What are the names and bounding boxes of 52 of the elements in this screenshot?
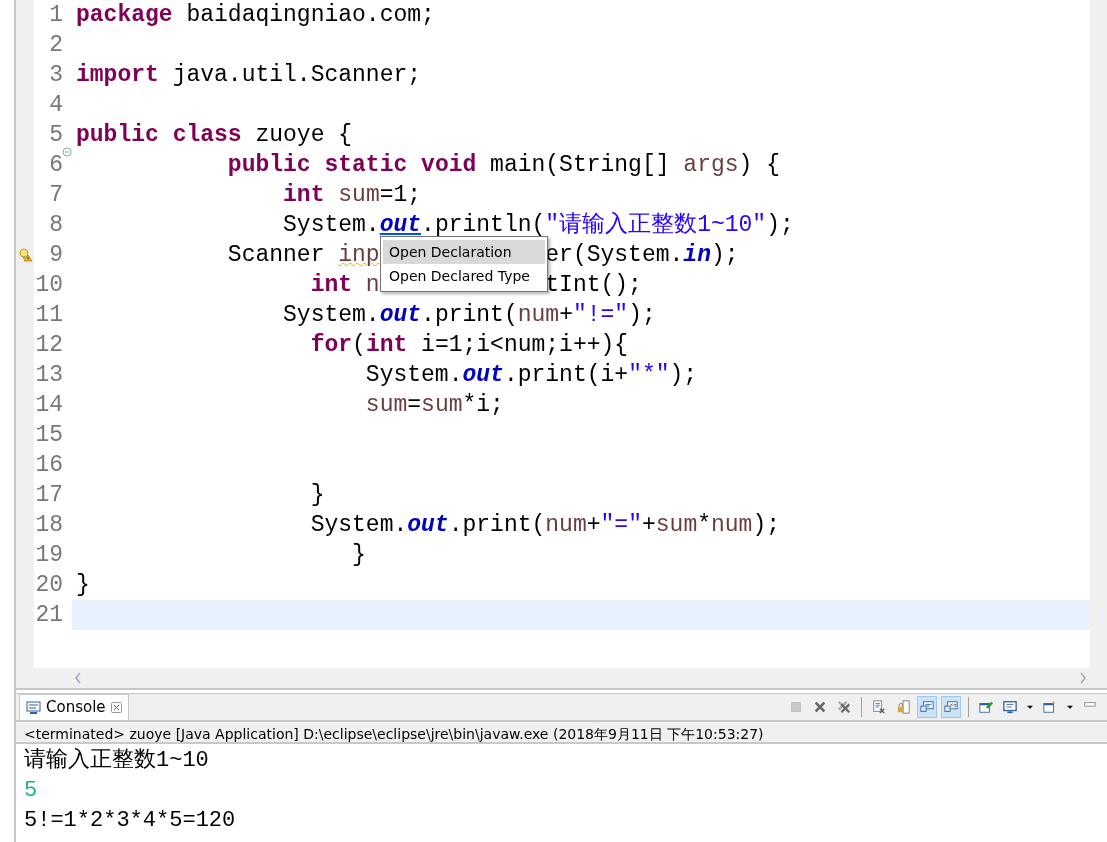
warning-bulb-icon[interactable] [19, 248, 33, 262]
console-icon [26, 700, 41, 715]
console-error-icon[interactable] [941, 696, 961, 718]
line-number: 11 [35, 302, 63, 328]
console-output-line: 5!=1*2*3*4*5=120 [24, 808, 236, 833]
line-number: 20 [35, 572, 63, 598]
code-line: import java.util.Scanner; [76, 62, 422, 88]
line-number: 4 [49, 92, 63, 118]
line-number: 2 [49, 32, 63, 58]
close-icon[interactable] [110, 702, 122, 713]
line-number: 14 [35, 392, 63, 418]
code-line: } [76, 572, 90, 598]
code-line: System.out.println("请输入正整数1~10"); [283, 212, 794, 238]
line-number: 17 [35, 482, 63, 508]
menu-item[interactable]: Open Declared Type [383, 264, 545, 288]
line-number: 7 [49, 182, 63, 208]
menu-item[interactable]: Open Declaration [383, 240, 545, 264]
console-status: <terminated> zuoye [Java Application] D:\eclipse\eclipse\jre\bin\javaw.exe (2018年9月11日 下午10:53:27) [16, 720, 1107, 744]
line-number: 5 [49, 122, 63, 148]
code-line: System.out.print(i+"*"); [365, 362, 698, 388]
code-line: System.out.print(num+"!="); [283, 302, 656, 328]
code-line: package baidaqingniao.com; [76, 2, 435, 28]
line-number: 12 [35, 332, 63, 358]
code-line: public static void main(String[] args) { [227, 152, 780, 178]
console-output-line: 请输入正整数1~10 [24, 748, 209, 773]
line-number: 19 [35, 542, 63, 568]
line-number: 10 [35, 272, 63, 298]
code-line: public class zuoye { [76, 122, 353, 148]
line-number: 18 [35, 512, 63, 538]
code-line: sum=sum*i; [365, 392, 504, 418]
code-line: Scanner inp [227, 242, 380, 268]
line-number: 6 [49, 152, 63, 178]
line-number: 15 [35, 422, 63, 448]
code-line: } [352, 542, 366, 568]
line-number: 8 [49, 212, 63, 238]
console-output-line: 5 [24, 778, 38, 803]
console-tab[interactable]: Console [19, 694, 129, 720]
code-fragment: er(System.in); [545, 242, 739, 268]
line-number: 13 [35, 362, 63, 388]
code-line: } [310, 482, 325, 508]
code-fragment: tInt(); [545, 272, 642, 298]
line-number: 21 [35, 602, 63, 628]
line-number: 1 [49, 2, 63, 28]
line-number: 16 [35, 452, 63, 478]
line-number: 9 [49, 242, 63, 268]
code-line: for(int i=1;i<num;i++){ [310, 332, 629, 358]
code-line: int n [310, 272, 380, 298]
code-line: int sum=1; [283, 182, 422, 208]
code-line: System.out.print(num+"="+sum*num); [310, 512, 781, 538]
console-output-icon[interactable] [917, 696, 937, 718]
line-number: 3 [49, 62, 63, 88]
collapse-icon[interactable] [62, 147, 72, 157]
